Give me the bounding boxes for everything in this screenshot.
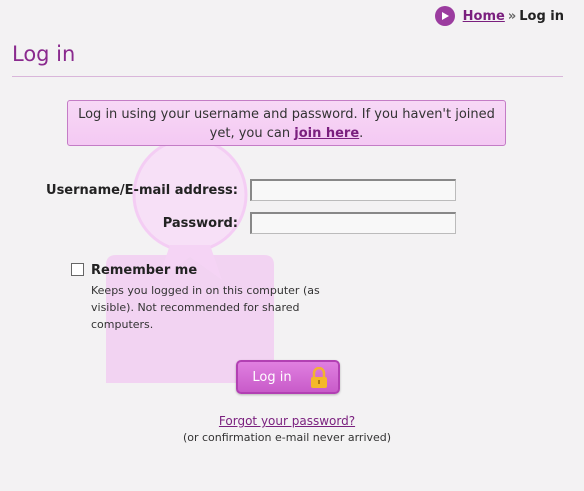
join-here-link[interactable]: join here [294,126,359,141]
breadcrumb-home-link[interactable]: Home [463,9,505,24]
login-button-label: Log in [252,369,292,385]
forgot-password-link[interactable]: Forgot your password? [0,414,574,428]
login-button[interactable]: Log in [236,360,340,394]
notice-text: Log in using your username and password.… [78,107,495,141]
remember-me-description: Keeps you logged in on this computer (as… [91,284,320,331]
breadcrumb: Home » Log in [434,6,564,26]
title-divider [12,76,563,77]
notice-text-end: . [359,126,364,141]
lock-icon [311,367,327,388]
remember-me-label[interactable]: Remember me [91,263,197,278]
username-label: Username/E-mail address: [46,183,238,198]
confirmation-note: (or confirmation e-mail never arrived) [182,431,392,444]
breadcrumb-separator: » [507,8,517,24]
play-circle-icon [434,6,455,26]
remember-me-checkbox[interactable] [71,263,84,276]
breadcrumb-current: Log in [519,8,564,24]
page-title: Log in [12,42,76,66]
login-notice: Log in using your username and password.… [67,100,506,146]
password-label: Password: [162,216,238,231]
username-input[interactable] [250,179,456,201]
password-input[interactable] [250,212,456,234]
